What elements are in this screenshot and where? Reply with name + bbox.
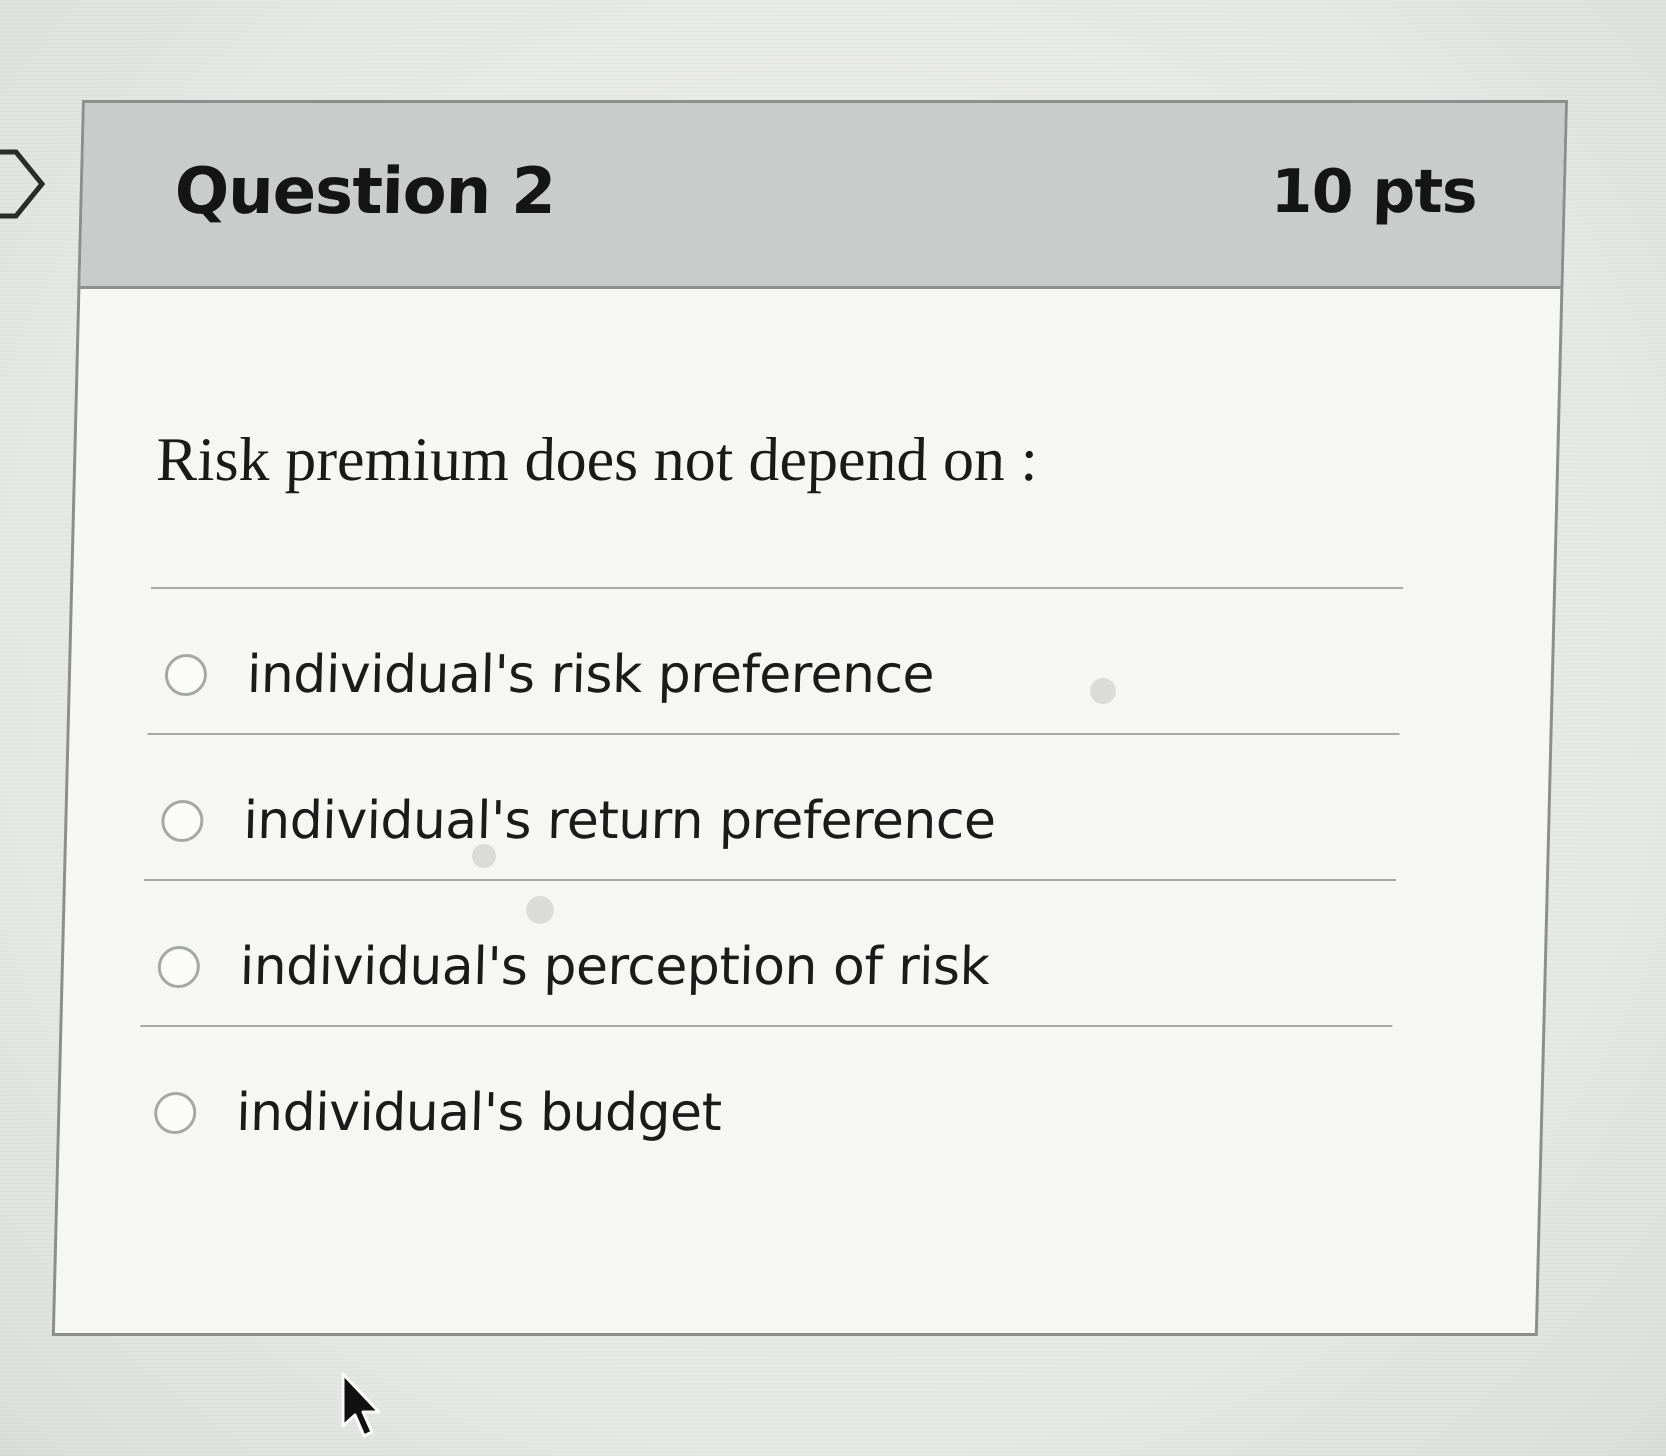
answer-option-3[interactable]: individual's perception of risk [156, 907, 1439, 1027]
answer-option-2[interactable]: individual's return preference [160, 761, 1443, 881]
question-frame: Question 2 10 pts Risk premium does not … [51, 100, 1568, 1336]
answer-divider [147, 733, 1400, 735]
question-card: Question 2 10 pts Risk premium does not … [18, 100, 1614, 1338]
answer-radio-3[interactable] [157, 946, 201, 988]
mouse-pointer-icon [341, 1372, 381, 1438]
answer-label-2: individual's return preference [242, 791, 997, 851]
answer-option-4[interactable]: individual's budget [153, 1053, 1436, 1173]
screen-smudge [526, 896, 554, 924]
answer-radio-1[interactable] [164, 654, 208, 696]
answer-divider [151, 587, 1404, 589]
question-title: Question 2 [173, 155, 556, 229]
answer-radio-4[interactable] [153, 1092, 197, 1134]
screen-smudge [472, 844, 496, 868]
answer-label-1: individual's risk preference [246, 645, 935, 705]
question-points: 10 pts [1270, 157, 1478, 227]
answer-divider [143, 879, 1396, 881]
screen-smudge [1090, 678, 1116, 704]
question-header: Question 2 10 pts [80, 103, 1565, 289]
answer-divider [140, 1025, 1393, 1027]
answer-option-1[interactable]: individual's risk preference [163, 615, 1446, 735]
answer-radio-2[interactable] [160, 800, 204, 842]
answer-label-3: individual's perception of risk [239, 937, 990, 997]
answer-label-4: individual's budget [235, 1083, 723, 1143]
question-prompt: Risk premium does not depend on : [155, 426, 1039, 494]
previous-chevron-icon[interactable] [0, 148, 46, 220]
